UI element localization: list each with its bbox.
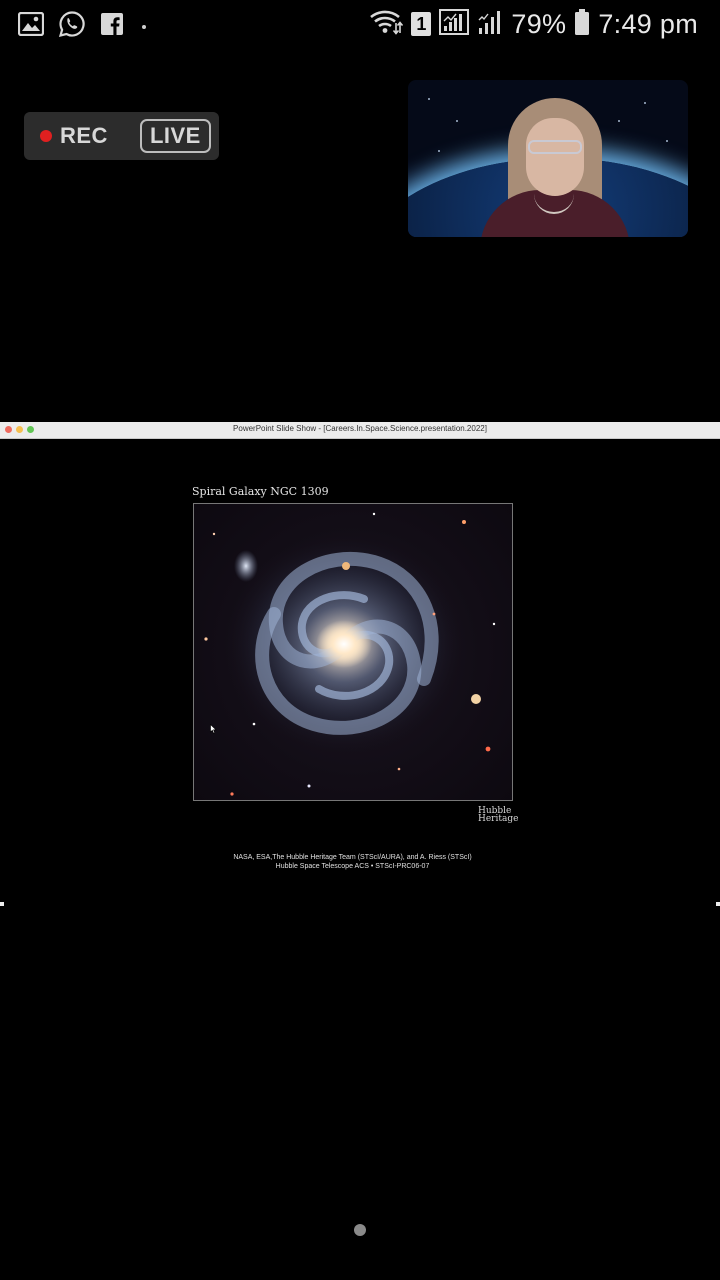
rec-label: REC (60, 123, 108, 148)
sim-slot-badge: 1 (411, 12, 432, 36)
wifi-icon (369, 8, 404, 41)
participant-video (478, 98, 638, 237)
slide-title: Spiral Galaxy NGC 1309 (192, 485, 329, 498)
spiral-galaxy-image (204, 512, 496, 796)
hubble-heritage-logo: Hubble Heritage (478, 806, 519, 824)
whatsapp-icon (58, 10, 86, 43)
participant-video-tile[interactable] (408, 80, 688, 237)
recording-indicator[interactable]: REC LIVE (24, 112, 219, 160)
record-dot-icon (40, 130, 52, 142)
window-title: PowerPoint Slide Show - [Careers.In.Spac… (233, 424, 487, 433)
page-indicator-dot[interactable] (354, 1224, 366, 1236)
image-credit-line: NASA, ESA,The Hubble Heritage Team (STSc… (233, 854, 472, 861)
more-notifications-dot-icon (142, 24, 146, 29)
live-badge[interactable]: LIVE (139, 119, 211, 153)
glasses-icon (528, 140, 582, 154)
facebook-icon (100, 12, 124, 41)
system-status: 1 79% 7:49 pm (369, 6, 698, 42)
signal-strength-secondary-icon (477, 8, 503, 41)
mouse-cursor-icon (210, 721, 217, 739)
battery-percent: 79% (511, 8, 567, 39)
galaxy-image (193, 503, 513, 801)
image-source-line: Hubble Space Telescope ACS • STScI-PRC06… (275, 863, 430, 870)
signal-strength-icon (439, 8, 470, 41)
clock: 7:49 pm (598, 8, 698, 39)
shared-screen[interactable]: PowerPoint Slide Show - [Careers.In.Spac… (0, 422, 720, 906)
window-titlebar: PowerPoint Slide Show - [Careers.In.Spac… (0, 422, 720, 439)
gallery-icon (17, 11, 45, 41)
battery-icon (574, 8, 590, 41)
notification-icons (17, 10, 146, 43)
status-bar: 1 79% 7:49 pm (0, 0, 720, 48)
